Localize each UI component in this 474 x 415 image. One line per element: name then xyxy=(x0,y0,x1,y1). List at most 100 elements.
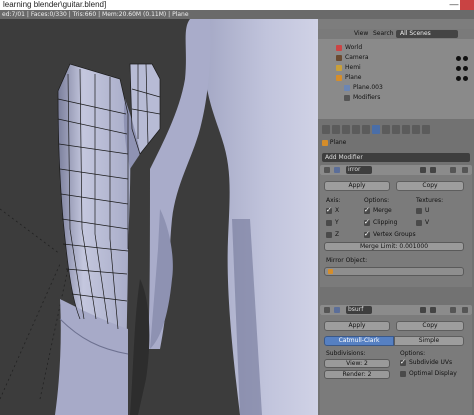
collapse-arrow-icon[interactable] xyxy=(324,167,330,173)
visibility-toggles[interactable] xyxy=(456,55,470,61)
outliner: View Search All Scenes World Camera Hemi… xyxy=(318,19,474,119)
modifiers-tab-icon[interactable] xyxy=(372,125,380,134)
outliner-item-plane[interactable]: Plane xyxy=(318,73,474,83)
info-header: ed:7/01 | Faces:0/330 | Tris:660 | Mem:2… xyxy=(0,10,474,19)
realtime-toggle-icon[interactable] xyxy=(420,167,426,173)
mirror-apply-button[interactable]: Apply xyxy=(324,181,390,191)
mirror-object-label: Mirror Object: xyxy=(326,257,368,264)
render-toggle-icon[interactable] xyxy=(430,167,436,173)
outliner-search-menu[interactable]: Search xyxy=(373,30,394,38)
subsurf-apply-button[interactable]: Apply xyxy=(324,321,390,331)
physics-tab-icon[interactable] xyxy=(422,125,430,134)
move-up-icon[interactable] xyxy=(450,167,456,173)
subdivisions-label: Subdivisions: xyxy=(326,350,366,357)
textures-label: Textures: xyxy=(416,197,444,204)
cutout-shadow xyxy=(130,279,150,415)
move-up-icon[interactable] xyxy=(450,307,456,313)
render-tab-icon[interactable] xyxy=(322,125,330,134)
axis-z-label: Z xyxy=(335,231,340,238)
remove-modifier-icon[interactable] xyxy=(462,307,468,313)
texture-u-checkbox[interactable] xyxy=(416,208,422,214)
outliner-item-modifiers[interactable]: Modifiers xyxy=(318,93,474,103)
subsurf-icon xyxy=(334,307,340,313)
realtime-toggle-icon[interactable] xyxy=(420,307,426,313)
texture-tab-icon[interactable] xyxy=(402,125,410,134)
subsurf-modifier-header[interactable]: bsurf xyxy=(320,305,472,315)
collapse-arrow-icon[interactable] xyxy=(324,307,330,313)
breadcrumb: Plane xyxy=(322,139,346,146)
remove-modifier-icon[interactable] xyxy=(462,167,468,173)
object-tab-icon[interactable] xyxy=(352,125,360,134)
outliner-item-camera[interactable]: Camera xyxy=(318,53,474,63)
axis-x-checkbox[interactable] xyxy=(326,206,332,214)
material-tab-icon[interactable] xyxy=(392,125,400,134)
outliner-top-strip xyxy=(318,19,474,29)
subsurf-copy-button[interactable]: Copy xyxy=(396,321,464,331)
data-tab-icon[interactable] xyxy=(382,125,390,134)
window-title-bar: learning blender\guitar.blend] — xyxy=(0,0,474,10)
subsurf-options-label: Options: xyxy=(400,350,426,357)
properties-editor: Plane Add Modifier irror Apply Copy Axis… xyxy=(318,119,474,415)
mirror-icon xyxy=(334,167,340,173)
subdivide-uvs-checkbox[interactable] xyxy=(400,358,406,366)
merge-checkbox[interactable] xyxy=(364,206,370,214)
modifier-name-field[interactable]: irror xyxy=(346,166,372,174)
vertex-groups-checkbox[interactable] xyxy=(364,230,370,238)
texture-v-label: V xyxy=(425,219,430,226)
mesh-data-icon xyxy=(344,85,350,91)
outliner-item-label: Camera xyxy=(345,54,369,61)
axis-y-checkbox[interactable] xyxy=(326,220,332,226)
particles-tab-icon[interactable] xyxy=(412,125,420,134)
optimal-display-checkbox[interactable] xyxy=(400,371,406,377)
clipping-label: Clipping xyxy=(373,219,398,226)
render-levels-field[interactable]: Render: 2 xyxy=(324,370,390,379)
outliner-header: View Search All Scenes xyxy=(318,29,474,39)
mesh-render xyxy=(0,19,318,415)
window-title: learning blender\guitar.blend] xyxy=(3,0,107,9)
properties-tabs xyxy=(318,125,474,136)
merge-label: Merge xyxy=(373,207,392,214)
visibility-toggles[interactable] xyxy=(456,75,470,81)
render-toggle-icon[interactable] xyxy=(430,307,436,313)
simple-button[interactable]: Simple xyxy=(394,336,464,346)
outliner-item-hemi[interactable]: Hemi xyxy=(318,63,474,73)
texture-u-label: U xyxy=(425,207,430,214)
axis-y-label: Y xyxy=(335,219,339,226)
minimize-button[interactable]: — xyxy=(448,0,460,10)
optimal-display-label: Optimal Display xyxy=(409,370,457,377)
view-levels-field[interactable]: View: 2 xyxy=(324,359,390,368)
texture-v-checkbox[interactable] xyxy=(416,220,422,226)
axis-label: Axis: xyxy=(326,197,341,204)
outliner-item-label: Plane.003 xyxy=(353,84,383,91)
modifier-name-field[interactable]: bsurf xyxy=(346,306,372,314)
outliner-item-label: Modifiers xyxy=(353,94,381,101)
world-tab-icon[interactable] xyxy=(342,125,350,134)
camera-icon xyxy=(336,55,342,61)
mirror-modifier-body: Apply Copy Axis: Options: Textures: X Me… xyxy=(320,175,472,287)
mirror-object-field[interactable] xyxy=(324,267,464,276)
catmull-clark-button[interactable]: Catmull-Clark xyxy=(324,336,394,346)
outliner-item-mesh-data[interactable]: Plane.003 xyxy=(318,83,474,93)
outliner-item-world[interactable]: World xyxy=(318,43,474,53)
object-picker-icon xyxy=(328,269,333,274)
subdivide-uvs-label: Subdivide UVs xyxy=(409,359,453,366)
outliner-item-label: Plane xyxy=(345,74,362,81)
scene-tab-icon[interactable] xyxy=(332,125,340,134)
scenes-dropdown[interactable]: All Scenes xyxy=(396,30,458,38)
close-button[interactable] xyxy=(460,0,474,10)
mirror-copy-button[interactable]: Copy xyxy=(396,181,464,191)
visibility-toggles[interactable] xyxy=(456,65,470,71)
outliner-view-menu[interactable]: View xyxy=(354,30,368,38)
options-label: Options: xyxy=(364,197,390,204)
3d-viewport[interactable] xyxy=(0,19,318,415)
mesh-object-icon xyxy=(336,75,342,81)
add-modifier-dropdown[interactable]: Add Modifier xyxy=(322,153,470,162)
axis-x-label: X xyxy=(335,207,340,214)
object-icon xyxy=(322,139,328,146)
mirror-modifier-header[interactable]: irror xyxy=(320,165,472,175)
constraints-tab-icon[interactable] xyxy=(362,125,370,134)
clipping-checkbox[interactable] xyxy=(364,218,370,226)
wrench-icon xyxy=(344,95,350,101)
axis-z-checkbox[interactable] xyxy=(326,232,332,238)
merge-limit-field[interactable]: Merge Limit: 0.001000 xyxy=(324,242,464,251)
